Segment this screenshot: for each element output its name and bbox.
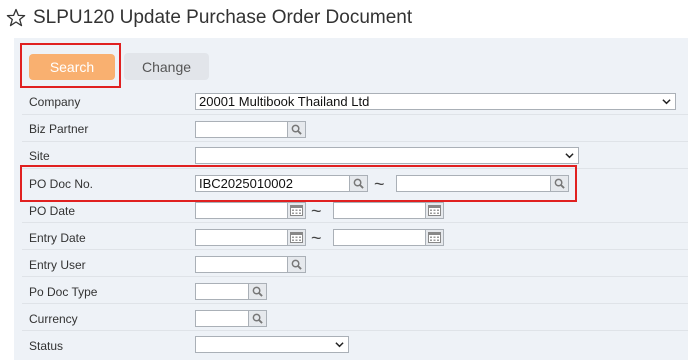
chevron-down-icon [335,342,344,348]
star-icon[interactable] [6,8,26,28]
po-date-to-calendar-button[interactable] [425,202,444,219]
row-divider [22,303,688,304]
company-value: 20001 Multibook Thailand Ltd [199,94,370,109]
range-separator: ~ [311,228,322,248]
entry-date-label: Entry Date [29,231,86,245]
row-divider [22,330,688,331]
magnifier-icon [252,286,263,297]
po-date-to-input[interactable] [333,202,426,219]
status-label: Status [29,339,64,353]
chevron-down-icon [565,153,574,159]
calendar-icon [428,205,441,216]
entry-user-label: Entry User [29,258,86,272]
company-select[interactable]: 20001 Multibook Thailand Ltd [195,93,676,110]
company-label: Company [29,95,81,109]
title-bar: SLPU120 Update Purchase Order Document [0,0,688,38]
po-date-from-calendar-button[interactable] [287,202,306,219]
po-date-label: PO Date [29,204,76,218]
po-date-from-input[interactable] [195,202,288,219]
magnifier-icon [252,313,263,324]
biz-partner-label: Biz Partner [29,122,89,136]
currency-search-button[interactable] [248,310,267,327]
row-divider [22,141,688,142]
biz-partner-input[interactable] [195,121,288,138]
entry-date-from-calendar-button[interactable] [287,229,306,246]
po-doc-type-input[interactable] [195,283,249,300]
site-label: Site [29,149,50,163]
biz-partner-search-button[interactable] [287,121,306,138]
calendar-icon [290,205,303,216]
search-button-highlight [20,43,121,88]
magnifier-icon [291,124,302,135]
po-doc-type-label: Po Doc Type [29,285,98,299]
page-title: SLPU120 Update Purchase Order Document [33,7,413,28]
row-divider [22,249,688,250]
row-divider [22,222,688,223]
calendar-icon [290,232,303,243]
entry-date-to-calendar-button[interactable] [425,229,444,246]
entry-date-to-input[interactable] [333,229,426,246]
calendar-icon [428,232,441,243]
po-doc-no-row-highlight [20,165,577,202]
currency-label: Currency [29,312,78,326]
row-divider [22,276,688,277]
po-doc-type-search-button[interactable] [248,283,267,300]
range-separator: ~ [311,201,322,221]
currency-input[interactable] [195,310,249,327]
entry-date-from-input[interactable] [195,229,288,246]
entry-user-search-button[interactable] [287,256,306,273]
magnifier-icon [291,259,302,270]
row-divider [22,114,688,115]
entry-user-input[interactable] [195,256,288,273]
status-select[interactable] [195,336,349,353]
site-select[interactable] [195,147,579,164]
change-button[interactable]: Change [124,53,209,80]
chevron-down-icon [662,99,671,105]
